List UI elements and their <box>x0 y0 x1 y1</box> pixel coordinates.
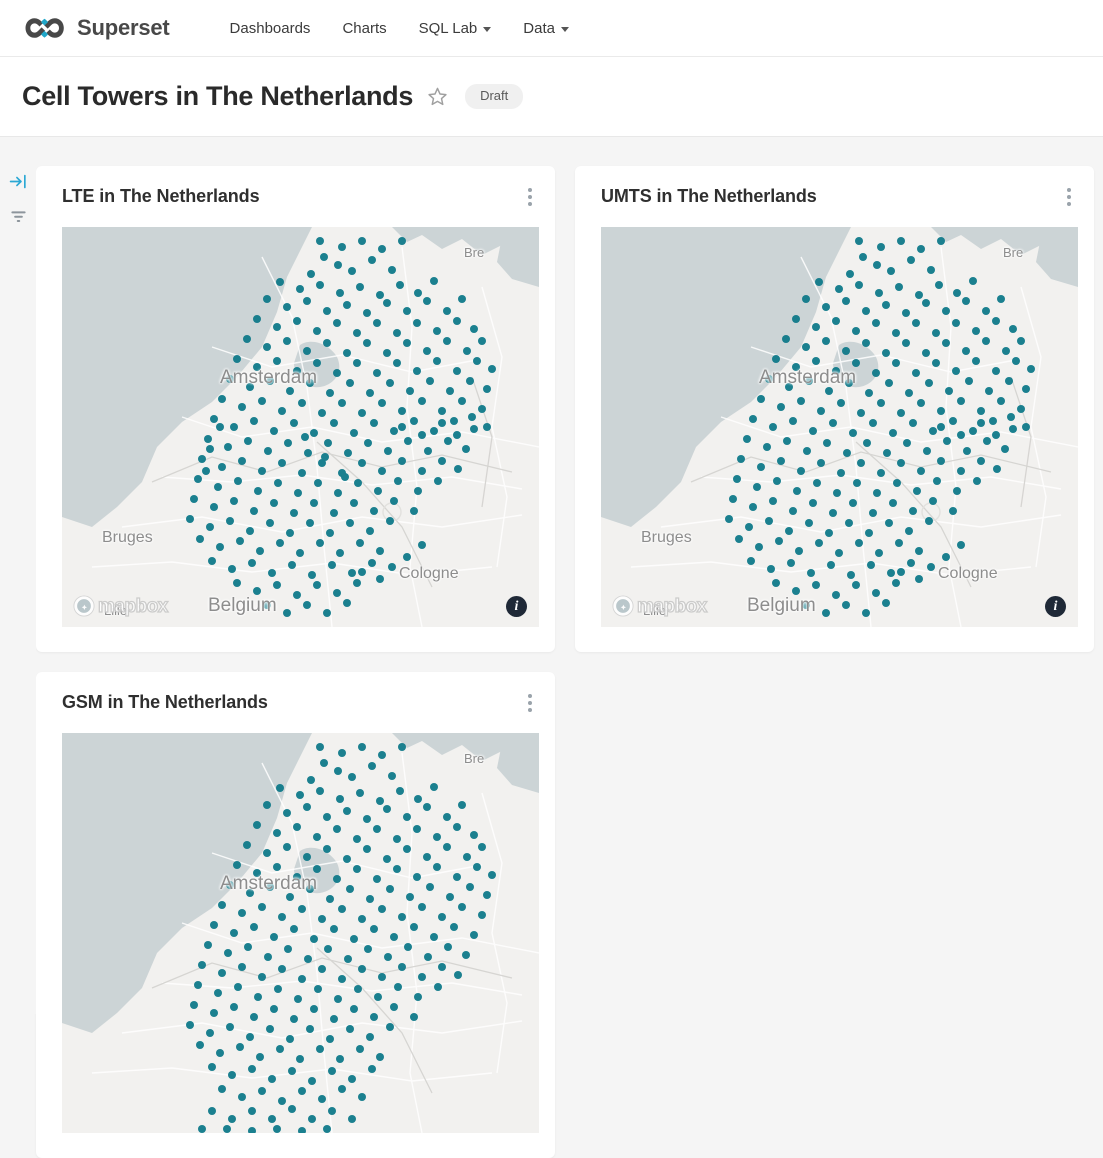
kebab-dot <box>528 194 532 199</box>
chart-card-umts: UMTS in The Netherlands Bre Amsterdam Br… <box>575 166 1094 652</box>
kebab-dot <box>1067 194 1071 199</box>
brand-name: Superset <box>77 15 170 40</box>
nav-item-sql-lab[interactable]: SQL Lab <box>403 14 508 43</box>
chart-card-gsm: GSM in The Netherlands Bre Amsterdam <box>36 672 555 1158</box>
kebab-dot <box>528 201 532 206</box>
top-navbar: Superset Dashboards Charts SQL Lab Data <box>0 0 1103 57</box>
dashboard-grid: LTE in The Netherlands Bre Amsterdam Bru… <box>36 138 1103 1158</box>
chart-header: GSM in The Netherlands <box>36 672 555 733</box>
arrow-to-line-right-icon[interactable] <box>9 172 28 191</box>
mapbox-mark-icon <box>73 595 95 617</box>
scatter-points-layer <box>186 237 496 617</box>
kebab-dot <box>528 700 532 705</box>
dashboard-row-2: GSM in The Netherlands Bre Amsterdam <box>36 672 1095 1158</box>
nav-item-charts[interactable]: Charts <box>326 14 402 43</box>
dashboard-header: Cell Towers in The Netherlands Draft <box>0 57 1103 137</box>
dashboard-side-rail <box>0 138 36 1014</box>
status-badge: Draft <box>465 84 524 109</box>
chart-menu-button[interactable] <box>519 690 541 716</box>
chart-header: UMTS in The Netherlands <box>575 166 1094 227</box>
kebab-dot <box>528 187 532 192</box>
page-title: Cell Towers in The Netherlands <box>22 81 414 111</box>
brand-logo[interactable]: Superset <box>22 15 170 41</box>
kebab-dot <box>528 707 532 712</box>
nav-item-label: SQL Lab <box>418 19 478 37</box>
mapbox-wordmark: mapbox <box>636 595 708 617</box>
chevron-down-icon <box>560 26 569 32</box>
star-outline-icon <box>428 87 447 106</box>
chevron-down-icon <box>483 26 492 32</box>
map-info-button[interactable]: i <box>1045 596 1066 617</box>
infinity-logo-icon <box>25 18 64 38</box>
map-info-button[interactable]: i <box>506 596 527 617</box>
mapbox-wordmark: mapbox <box>97 595 169 617</box>
kebab-dot <box>1067 187 1071 192</box>
nav-item-data[interactable]: Data <box>507 14 585 43</box>
chart-title: GSM in The Netherlands <box>62 692 268 712</box>
scatter-points-layer <box>725 237 1035 617</box>
chart-card-lte: LTE in The Netherlands Bre Amsterdam Bru… <box>36 166 555 652</box>
map-canvas-lte[interactable]: Bre Amsterdam Bruges Lille Belgium Colog… <box>62 227 539 627</box>
kebab-dot <box>1067 201 1071 206</box>
mapbox-attribution-logo[interactable]: mapbox <box>612 595 708 617</box>
kebab-dot <box>528 693 532 698</box>
dashboard-row-1: LTE in The Netherlands Bre Amsterdam Bru… <box>36 166 1095 652</box>
chart-header: LTE in The Netherlands <box>36 166 555 227</box>
chart-menu-button[interactable] <box>519 184 541 210</box>
map-canvas-umts[interactable]: Bre Amsterdam Bruges Lille Belgium Colog… <box>601 227 1078 627</box>
nav-item-label: Charts <box>342 19 387 37</box>
nav-item-label: Dashboards <box>229 19 311 37</box>
chart-title: LTE in The Netherlands <box>62 186 260 206</box>
scatter-points-layer <box>186 743 496 1133</box>
nav-items: Dashboards Charts SQL Lab Data <box>214 14 585 43</box>
chart-title: UMTS in The Netherlands <box>601 186 817 206</box>
filter-icon[interactable] <box>9 207 28 226</box>
chart-menu-button[interactable] <box>1058 184 1080 210</box>
mapbox-mark-icon <box>612 595 634 617</box>
nav-item-dashboards[interactable]: Dashboards <box>214 14 327 43</box>
favorite-star-icon[interactable] <box>427 86 448 107</box>
map-canvas-gsm[interactable]: Bre Amsterdam <box>62 733 539 1133</box>
mapbox-attribution-logo[interactable]: mapbox <box>73 595 169 617</box>
nav-item-label: Data <box>523 19 555 37</box>
